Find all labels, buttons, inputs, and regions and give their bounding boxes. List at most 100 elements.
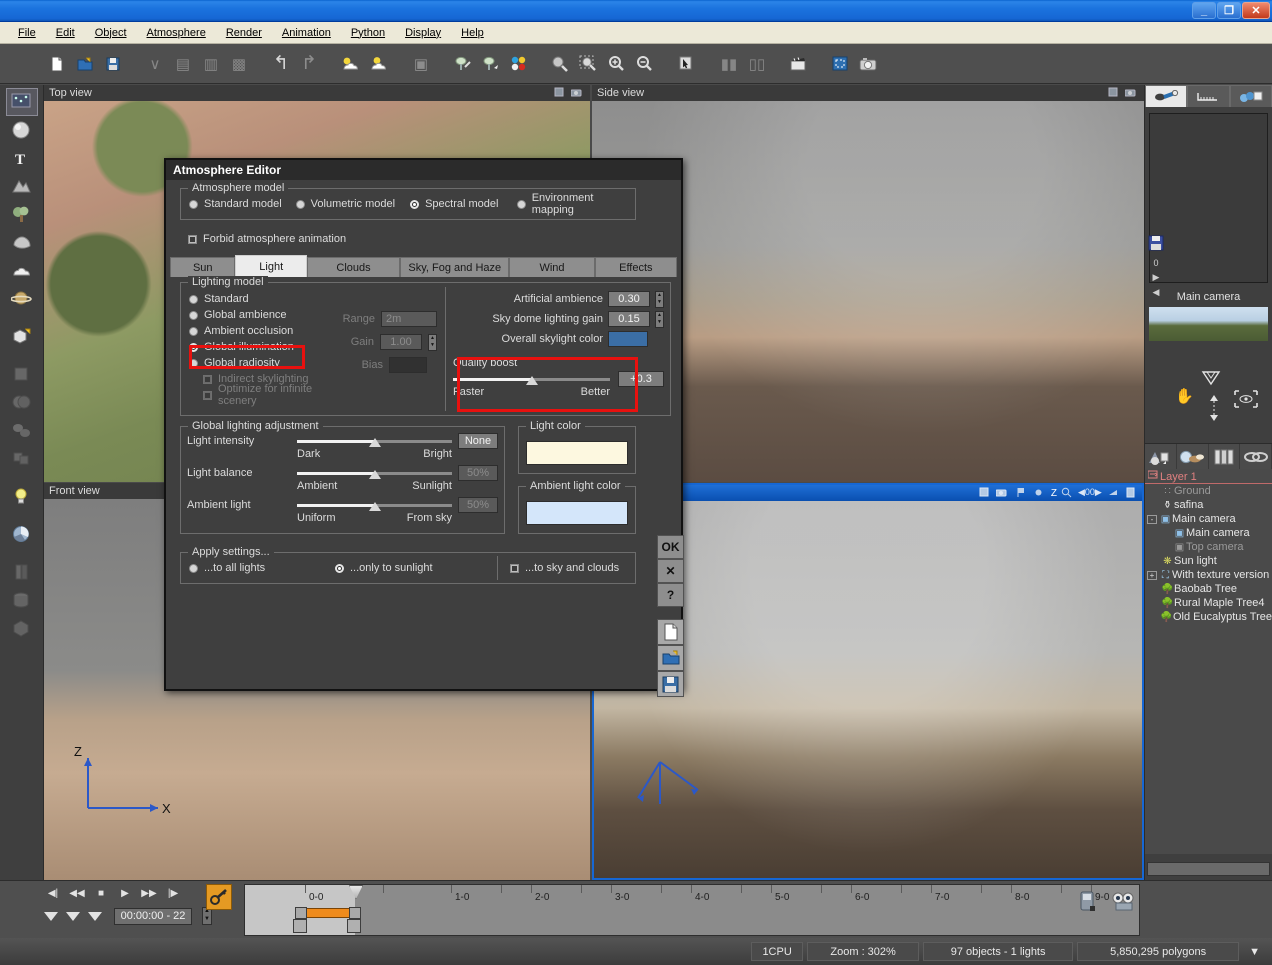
current-time-field[interactable]: 00:00:00 - 22 — [114, 907, 192, 925]
tab-objects[interactable] — [1229, 85, 1272, 107]
light-balance-slider[interactable] — [297, 467, 452, 481]
clapper-icon[interactable] — [786, 51, 812, 77]
range-end-marker[interactable] — [347, 919, 361, 933]
tab-material-editor[interactable] — [1145, 85, 1188, 107]
sd-spin-down[interactable]: ▼ — [656, 319, 663, 327]
cancel-button[interactable]: ✕ — [657, 559, 684, 583]
key-icon[interactable] — [206, 884, 232, 910]
restore-button[interactable]: ❐ — [1217, 2, 1241, 19]
quality-boost-value-field[interactable]: +0.3 — [618, 371, 664, 387]
radio-global-ambience[interactable]: Global ambience — [189, 307, 324, 323]
aa-spin-down[interactable]: ▼ — [656, 299, 663, 307]
material-edit-icon[interactable] — [450, 51, 476, 77]
radio-volumetric-model[interactable]: Volumetric model — [295, 198, 410, 210]
add-object-tool[interactable] — [7, 323, 37, 349]
radio-apply-all-lights[interactable]: ...to all lights — [189, 562, 335, 574]
zoom-out-icon[interactable] — [632, 51, 658, 77]
new-preset-button[interactable] — [657, 619, 684, 645]
material-icon[interactable] — [478, 51, 504, 77]
ambient-light-color-swatch[interactable] — [526, 501, 628, 525]
range-end-handle[interactable] — [349, 907, 361, 919]
camera-view-prev-icon[interactable]: ◀00▶ — [1078, 487, 1104, 500]
tree-horizontal-scrollbar[interactable] — [1147, 862, 1270, 876]
ok-button[interactable]: OK — [657, 535, 684, 559]
range-field[interactable]: 2m — [381, 311, 437, 327]
tree-row-rural-maple-tree4[interactable]: 🌳 Rural Maple Tree4 — [1145, 596, 1272, 610]
range-start-marker[interactable] — [293, 919, 307, 933]
stone-tool[interactable] — [7, 229, 37, 255]
play-button[interactable]: ▶ — [116, 885, 134, 901]
planet-tool[interactable] — [7, 285, 37, 311]
camera-view-next-icon[interactable] — [1108, 487, 1121, 500]
light-balance-thumb[interactable] — [368, 470, 381, 479]
gain-spin-up[interactable]: ▲ — [429, 335, 436, 343]
ambient-light-slider[interactable] — [297, 499, 452, 513]
camera-view-flag-icon[interactable] — [1017, 487, 1030, 500]
cube-tool[interactable] — [7, 615, 37, 641]
prev-key-button[interactable] — [44, 911, 58, 921]
atmosphere-add-icon[interactable] — [338, 51, 364, 77]
prev-view-icon[interactable]: ◀ — [1147, 287, 1165, 298]
tab-measure[interactable] — [1187, 85, 1230, 107]
tab-sky-fog-haze[interactable]: Sky, Fog and Haze — [400, 257, 510, 277]
tree-collapse-toggle-camera[interactable]: - — [1147, 514, 1157, 524]
tree-row-ground[interactable]: ∷ Ground — [1145, 484, 1272, 498]
text-tool[interactable]: T — [7, 145, 37, 171]
color-palette-icon[interactable] — [506, 51, 532, 77]
sd-spin-up[interactable]: ▲ — [656, 312, 663, 320]
menu-file[interactable]: File — [8, 25, 46, 41]
zoom-region-icon[interactable] — [576, 51, 602, 77]
material-browser-icon[interactable] — [1177, 444, 1209, 469]
look-eye-icon[interactable] — [1233, 389, 1259, 412]
atmosphere-icon[interactable] — [366, 51, 392, 77]
quality-boost-slider[interactable] — [453, 373, 610, 387]
link-browser-icon[interactable] — [1240, 444, 1272, 469]
render-preview-icon[interactable] — [548, 51, 574, 77]
artificial-ambience-spinner[interactable]: ▲ ▼ — [655, 290, 664, 308]
camera-render-icon[interactable] — [856, 51, 882, 77]
camera-view-dot-icon[interactable] — [1034, 487, 1047, 500]
tab-clouds[interactable]: Clouds — [306, 257, 401, 277]
check-apply-sky-clouds[interactable]: ...to sky and clouds — [510, 562, 619, 574]
check-optimize-infinite-scenery[interactable]: Optimize for infinite scenery — [189, 383, 324, 407]
render-animation-icon[interactable] — [1078, 889, 1104, 916]
ambient-light-thumb[interactable] — [368, 502, 381, 511]
camera-thumbnail[interactable] — [1149, 307, 1268, 341]
ambient-light-value-field[interactable]: 50% — [458, 497, 498, 513]
play-view-icon[interactable]: ▶ — [1147, 272, 1165, 283]
side-viewport-maximize-icon[interactable] — [1108, 87, 1121, 100]
forbid-atmosphere-animation-checkbox[interactable]: Forbid atmosphere animation — [188, 233, 346, 245]
save-disk-icon[interactable] — [100, 51, 126, 77]
undo-icon[interactable]: ↰ — [268, 51, 294, 77]
light-intensity-thumb[interactable] — [368, 438, 381, 447]
help-button[interactable]: ? — [657, 583, 684, 607]
sky-dome-lighting-gain-field[interactable]: 0.15 — [608, 311, 650, 327]
light-intensity-value-field[interactable]: None — [458, 433, 498, 449]
light-balance-value-field[interactable]: 50% — [458, 465, 498, 481]
save-view-icon[interactable] — [1147, 235, 1165, 254]
sphere-primitive-tool[interactable] — [7, 117, 37, 143]
light-color-swatch[interactable] — [526, 441, 628, 465]
cloud-tool[interactable] — [7, 257, 37, 283]
tab-sun[interactable]: Sun — [170, 257, 236, 277]
tree-row-safina[interactable]: ⚱ safina — [1145, 498, 1272, 512]
atmosphere-browser-icon[interactable] — [1145, 444, 1177, 469]
camera-tool[interactable] — [7, 521, 37, 547]
render-area-icon[interactable] — [828, 51, 854, 77]
radio-standard[interactable]: Standard — [189, 291, 324, 307]
radio-spectral-model[interactable]: Spectral model — [410, 198, 517, 210]
go-to-start-button[interactable]: ◀| — [44, 885, 62, 901]
camera-viewport-camera-icon[interactable] — [995, 487, 1009, 500]
menu-edit[interactable]: Edit — [46, 25, 85, 41]
bias-field[interactable] — [389, 357, 427, 373]
radio-environment-mapping[interactable]: Environment mapping — [516, 192, 635, 216]
metaball-tool[interactable] — [7, 417, 37, 443]
animation-range-bar[interactable] — [303, 908, 355, 918]
tree-row-main-camera-group[interactable]: - ▣ Main camera — [1145, 512, 1272, 526]
status-dropdown-icon[interactable]: ▼ — [1243, 942, 1266, 961]
close-button[interactable]: ✕ — [1242, 2, 1270, 19]
quality-boost-thumb[interactable] — [525, 376, 538, 385]
range-start-handle[interactable] — [295, 907, 307, 919]
new-document-icon[interactable] — [44, 51, 70, 77]
gain-spinner[interactable]: ▲ ▼ — [428, 333, 437, 351]
